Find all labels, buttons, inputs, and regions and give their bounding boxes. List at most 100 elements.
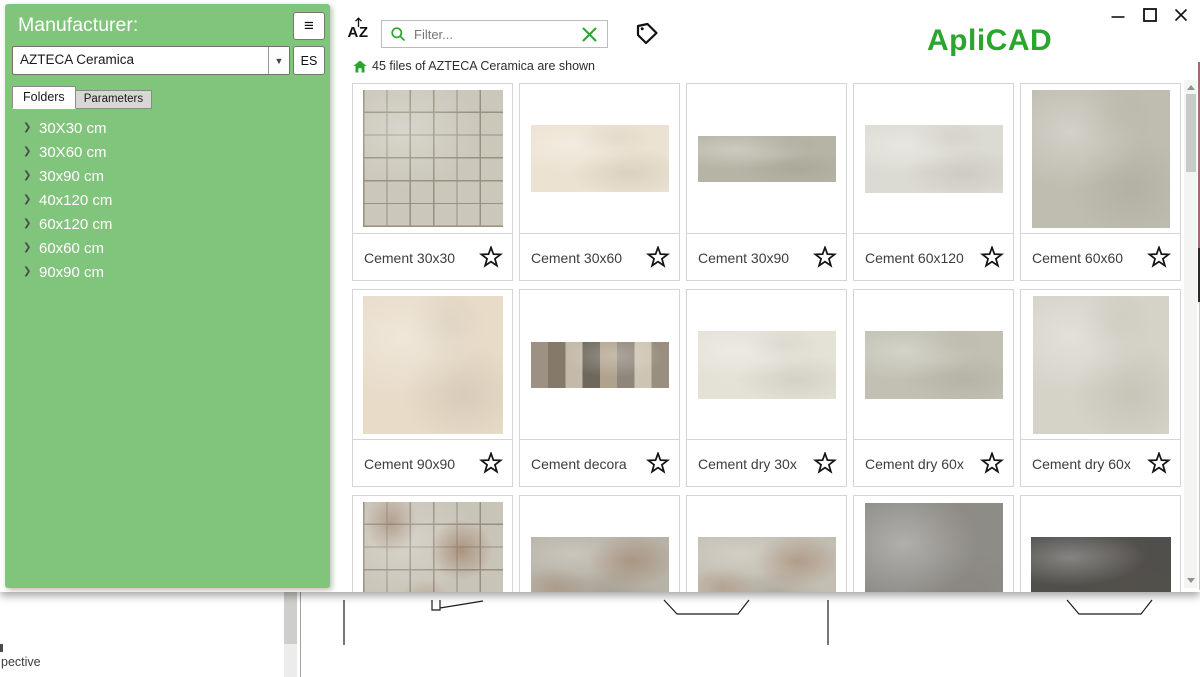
tile-card[interactable] — [853, 495, 1014, 592]
favorite-star-button[interactable] — [646, 452, 670, 475]
folder-label: 60x120 cm — [39, 216, 112, 233]
tile-card[interactable]: Cement 30x60 — [519, 83, 680, 281]
tile-card[interactable]: Cement decora — [519, 289, 680, 487]
folder-item[interactable]: ❯30X30 cm — [5, 116, 330, 140]
folder-item[interactable]: ❯30x90 cm — [5, 164, 330, 188]
tile-preview — [520, 84, 679, 233]
star-outline-icon — [980, 452, 1004, 475]
aplicad-library-panel: Manufacturer: ≡ AZTECA Ceramica ▼ ES Fol… — [0, 0, 1200, 592]
tile-label: Cement 30x30 — [364, 250, 455, 266]
tile-card[interactable] — [352, 495, 513, 592]
star-outline-icon — [646, 246, 670, 269]
folder-item[interactable]: ❯30X60 cm — [5, 140, 330, 164]
tile-card[interactable] — [519, 495, 680, 592]
tile-image — [865, 125, 1003, 193]
aplicad-logo: ApliCAD — [927, 24, 1052, 58]
favorite-star-button[interactable] — [1147, 246, 1171, 269]
favorite-star-button[interactable] — [980, 246, 1004, 269]
clear-filter-button[interactable] — [581, 26, 598, 43]
folder-item[interactable]: ❯60x60 cm — [5, 236, 330, 260]
close-icon — [1173, 7, 1189, 23]
sort-az-label: AZ — [348, 24, 369, 41]
tile-label-row: Cement 30x60 — [520, 233, 679, 281]
favorite-star-button[interactable] — [479, 246, 503, 269]
folder-item[interactable]: ❯40x120 cm — [5, 188, 330, 212]
scroll-up-icon[interactable] — [1187, 85, 1195, 90]
maximize-icon — [1142, 7, 1158, 23]
tile-preview — [1021, 84, 1180, 233]
tile-card[interactable] — [686, 495, 847, 592]
close-button[interactable] — [1173, 7, 1189, 23]
tab-folders[interactable]: Folders — [12, 86, 76, 109]
favorite-star-button[interactable] — [479, 452, 503, 475]
tile-label: Cement 30x60 — [531, 250, 622, 266]
tag-button[interactable] — [632, 19, 660, 52]
tile-card[interactable]: Cement 60x60 — [1020, 83, 1181, 281]
tile-label: Cement dry 60x — [865, 456, 964, 472]
tile-preview — [854, 84, 1013, 233]
tab-parameters[interactable]: Parameters — [76, 90, 152, 109]
manufacturer-combobox[interactable]: AZTECA Ceramica ▼ — [12, 46, 290, 75]
tile-image — [531, 125, 669, 192]
tile-image — [1033, 296, 1169, 434]
hamburger-icon: ≡ — [304, 16, 314, 36]
chevron-right-icon: ❯ — [23, 164, 39, 188]
favorite-star-button[interactable] — [813, 452, 837, 475]
tile-label-row: Cement dry 60x — [854, 439, 1013, 487]
tile-card[interactable]: Cement dry 60x — [853, 289, 1014, 487]
clear-x-icon — [581, 26, 598, 43]
maximize-button[interactable] — [1142, 7, 1158, 23]
scrollbar-thumb[interactable] — [1186, 94, 1196, 172]
tile-card[interactable]: Cement dry 60x — [1020, 289, 1181, 487]
tile-card[interactable]: Cement 90x90 — [352, 289, 513, 487]
tile-preview — [687, 290, 846, 439]
language-button[interactable]: ES — [293, 46, 325, 75]
chevron-right-icon: ❯ — [23, 116, 39, 140]
tile-label-row: Cement 60x60 — [1021, 233, 1180, 281]
combobox-dropdown-button[interactable]: ▼ — [268, 47, 289, 74]
tile-preview — [353, 496, 512, 592]
folder-label: 60x60 cm — [39, 240, 104, 257]
tile-image — [698, 136, 836, 182]
tile-preview — [353, 290, 512, 439]
sort-az-button[interactable]: AZ — [344, 17, 372, 42]
star-outline-icon — [1147, 246, 1171, 269]
folder-item[interactable]: ❯90x90 cm — [5, 260, 330, 284]
chevron-right-icon: ❯ — [23, 212, 39, 236]
folder-item[interactable]: ❯60x120 cm — [5, 212, 330, 236]
favorite-star-button[interactable] — [980, 452, 1004, 475]
tile-card[interactable]: Cement 30x30 — [352, 83, 513, 281]
grid-scrollbar[interactable] — [1184, 80, 1197, 588]
favorite-star-button[interactable] — [646, 246, 670, 269]
star-outline-icon — [813, 452, 837, 475]
tile-preview — [520, 496, 679, 592]
tile-preview — [854, 290, 1013, 439]
tile-grid: Cement 30x30Cement 30x60Cement 30x90Ceme… — [352, 83, 1181, 592]
tile-image — [531, 342, 669, 388]
minimize-button[interactable] — [1110, 8, 1126, 24]
tile-label: Cement 90x90 — [364, 456, 455, 472]
folder-label: 30X60 cm — [39, 144, 107, 161]
favorite-star-button[interactable] — [1147, 452, 1171, 475]
tile-label: Cement decora — [531, 456, 627, 472]
tile-preview — [1021, 496, 1180, 592]
chevron-right-icon: ❯ — [23, 260, 39, 284]
filter-input[interactable] — [412, 26, 581, 43]
favorite-star-button[interactable] — [813, 246, 837, 269]
tile-card[interactable] — [1020, 495, 1181, 592]
menu-button[interactable]: ≡ — [293, 12, 325, 40]
folder-label: 30X30 cm — [39, 120, 107, 137]
tile-label-row: Cement 90x90 — [353, 439, 512, 487]
tile-image — [1031, 537, 1171, 593]
tile-card[interactable]: Cement dry 30x — [686, 289, 847, 487]
tile-preview — [1021, 290, 1180, 439]
tile-label-row: Cement 30x30 — [353, 233, 512, 281]
tile-image — [531, 537, 669, 593]
tile-card[interactable]: Cement 30x90 — [686, 83, 847, 281]
manufacturer-sidebar: Manufacturer: ≡ AZTECA Ceramica ▼ ES Fol… — [5, 4, 330, 588]
tag-icon — [632, 19, 660, 47]
tile-card[interactable]: Cement 60x120 — [853, 83, 1014, 281]
scroll-down-icon[interactable] — [1187, 578, 1195, 583]
star-outline-icon — [813, 246, 837, 269]
tile-label: Cement dry 30x — [698, 456, 797, 472]
